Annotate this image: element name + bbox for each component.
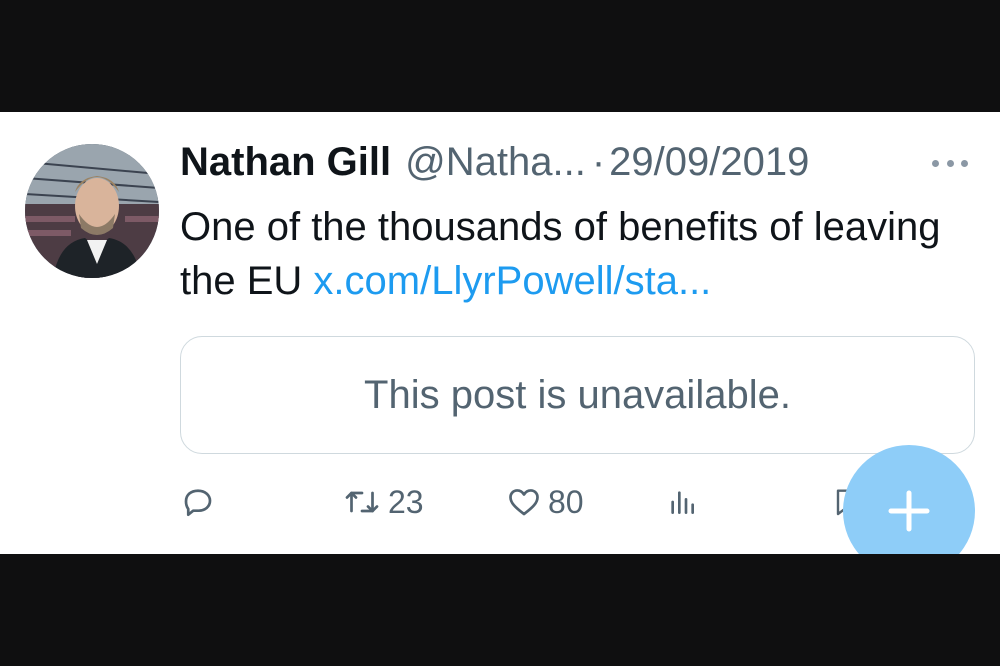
separator-dot: · bbox=[591, 140, 606, 184]
like-count: 80 bbox=[548, 483, 584, 520]
repost-icon bbox=[345, 491, 379, 513]
bottom-letterbox bbox=[0, 554, 1000, 666]
repost-button[interactable]: 23 bbox=[342, 480, 424, 524]
author-handle[interactable]: @Natha... bbox=[405, 140, 586, 185]
more-dot bbox=[932, 159, 939, 167]
reply-button[interactable] bbox=[180, 480, 216, 524]
author-name[interactable]: Nathan Gill bbox=[180, 140, 391, 185]
views-button[interactable] bbox=[666, 480, 698, 524]
views-icon bbox=[671, 491, 694, 514]
tweet-header: Nathan Gill @Natha... · 29/09/2019 bbox=[180, 140, 809, 190]
tweet-text: One of the thousands of benefits of leav… bbox=[180, 200, 970, 308]
more-dot bbox=[946, 159, 954, 167]
tweet-card[interactable]: Nathan Gill @Natha... · 29/09/2019 One o… bbox=[0, 112, 1000, 554]
quoted-post-card[interactable]: This post is unavailable. bbox=[180, 336, 975, 454]
repost-count: 23 bbox=[388, 483, 424, 520]
top-letterbox bbox=[0, 0, 1000, 112]
more-options-icon[interactable] bbox=[928, 148, 972, 178]
heart-icon bbox=[509, 489, 539, 516]
unavailable-notice: This post is unavailable. bbox=[364, 372, 791, 417]
more-dot bbox=[961, 159, 968, 167]
like-button[interactable]: 80 bbox=[506, 480, 584, 524]
plus-icon bbox=[888, 490, 930, 532]
tweet-link[interactable]: x.com/LlyrPowell/sta... bbox=[313, 259, 711, 303]
post-date[interactable]: 29/09/2019 bbox=[609, 140, 809, 185]
compose-fab-button[interactable] bbox=[843, 445, 975, 554]
reply-icon bbox=[184, 489, 212, 517]
avatar[interactable] bbox=[25, 144, 159, 278]
